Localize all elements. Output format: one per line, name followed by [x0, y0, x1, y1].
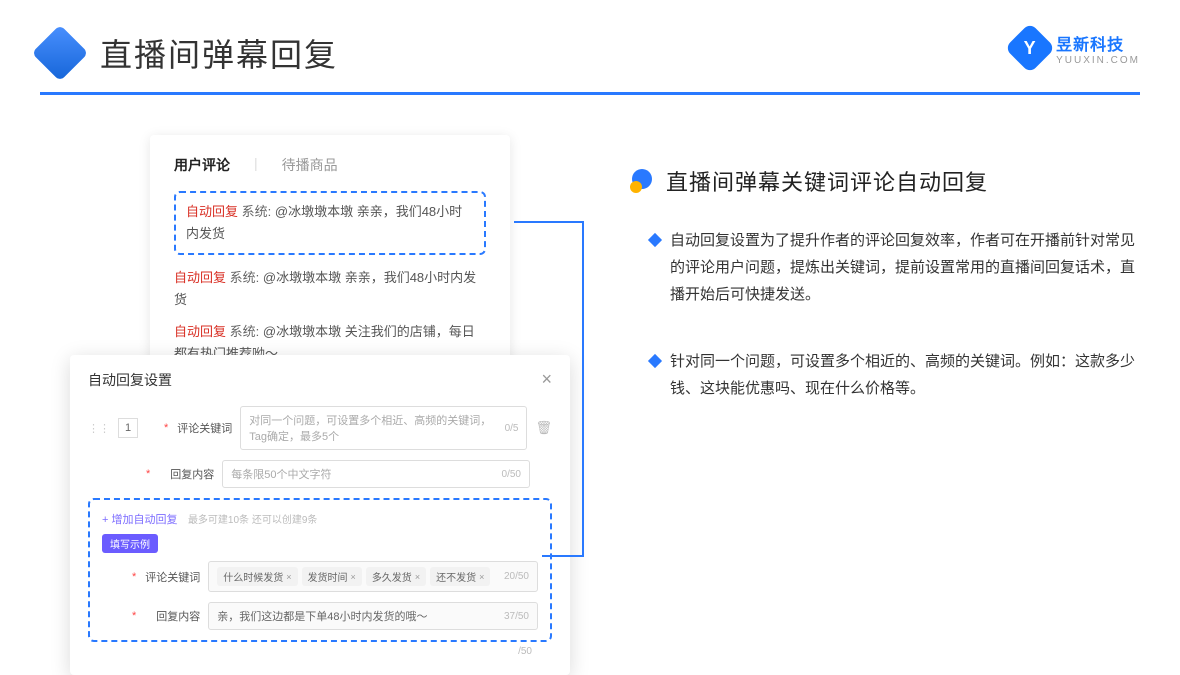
add-hint: 最多可建10条 还可以创建9条	[188, 515, 317, 526]
slide-header: 直播间弹幕回复	[0, 0, 1180, 92]
page-title: 直播间弹幕回复	[100, 30, 338, 76]
screenshot-mock: 用户评论 | 待播商品 自动回复 系统: @冰墩墩本墩 亲亲，我们48小时内发货…	[70, 135, 570, 456]
diamond-icon	[648, 233, 662, 247]
tab-pending-products[interactable]: 待播商品	[282, 155, 338, 175]
outer-counter: /50	[88, 646, 552, 657]
bullet-point: 自动回复设置为了提升作者的评论回复效率，作者可在开播前针对常见的评论用户问题，提…	[650, 227, 1140, 308]
example-highlight-box: + 增加自动回复 最多可建10条 还可以创建9条 填写示例 * 评论关键词 什么…	[88, 498, 552, 642]
example-content-label: 回复内容	[144, 608, 200, 624]
content-label: 回复内容	[158, 466, 214, 482]
highlighted-comment: 自动回复 系统: @冰墩墩本墩 亲亲，我们48小时内发货	[174, 191, 486, 255]
section-title: 直播间弹幕关键词评论自动回复	[666, 165, 988, 197]
settings-title: 自动回复设置	[88, 370, 172, 390]
diamond-icon	[648, 354, 662, 368]
example-badge: 填写示例	[102, 534, 158, 553]
logo-cube-icon	[32, 25, 89, 82]
brand-logo-icon: Y	[1005, 23, 1056, 74]
keyword-row: ⋮⋮ 1 * 评论关键词 对同一个问题，可设置多个相近、高频的关键词，Tag确定…	[88, 406, 552, 450]
tab-user-comments[interactable]: 用户评论	[174, 155, 230, 175]
bullet-point: 针对同一个问题，可设置多个相近的、高频的关键词。例如：这款多少钱、这块能优惠吗、…	[650, 348, 1140, 402]
connector-line	[514, 221, 584, 223]
auto-reply-settings-panel: 自动回复设置 × ⋮⋮ 1 * 评论关键词 对同一个问题，可设置多个相近、高频的…	[70, 355, 570, 675]
keyword-tag[interactable]: 多久发货×	[366, 567, 426, 586]
comment-item: 自动回复 系统: @冰墩墩本墩 亲亲，我们48小时内发货	[186, 201, 474, 245]
brand-sub: YUUXIN.COM	[1056, 55, 1140, 66]
example-kw-label: 评论关键词	[144, 569, 200, 585]
delete-icon[interactable]: 🗑	[535, 420, 552, 436]
brand-block: Y 昱新科技 YUUXIN.COM	[1012, 30, 1140, 66]
row-number: 1	[118, 418, 138, 438]
content-row: * 回复内容 每条限50个中文字符 0/50	[88, 460, 552, 488]
content-input[interactable]: 每条限50个中文字符 0/50	[222, 460, 530, 488]
example-content-input[interactable]: 亲，我们这边都是下单48小时内发货的哦～ 37/50	[208, 602, 538, 630]
description-column: 直播间弹幕关键词评论自动回复 自动回复设置为了提升作者的评论回复效率，作者可在开…	[630, 135, 1140, 456]
comment-item: 自动回复 系统: @冰墩墩本墩 亲亲，我们48小时内发货	[174, 267, 486, 311]
drag-handle-icon[interactable]: ⋮⋮	[88, 422, 110, 435]
keyword-tag[interactable]: 还不发货×	[430, 567, 490, 586]
brand-name: 昱新科技	[1056, 31, 1140, 55]
keyword-tag[interactable]: 什么时候发货×	[217, 567, 297, 586]
connector-line-v	[582, 221, 584, 556]
keyword-tag[interactable]: 发货时间×	[302, 567, 362, 586]
connector-line-h2	[542, 555, 584, 557]
close-icon[interactable]: ×	[541, 369, 552, 390]
keyword-input[interactable]: 对同一个问题，可设置多个相近、高频的关键词，Tag确定，最多5个 0/5	[240, 406, 527, 450]
section-bullet-icon	[630, 169, 654, 193]
add-auto-reply-link[interactable]: + 增加自动回复	[102, 514, 177, 526]
example-kw-input[interactable]: 什么时候发货×发货时间×多久发货×还不发货× 20/50	[208, 561, 538, 592]
comment-tabs: 用户评论 | 待播商品	[174, 155, 486, 175]
keyword-label: 评论关键词	[176, 420, 232, 436]
